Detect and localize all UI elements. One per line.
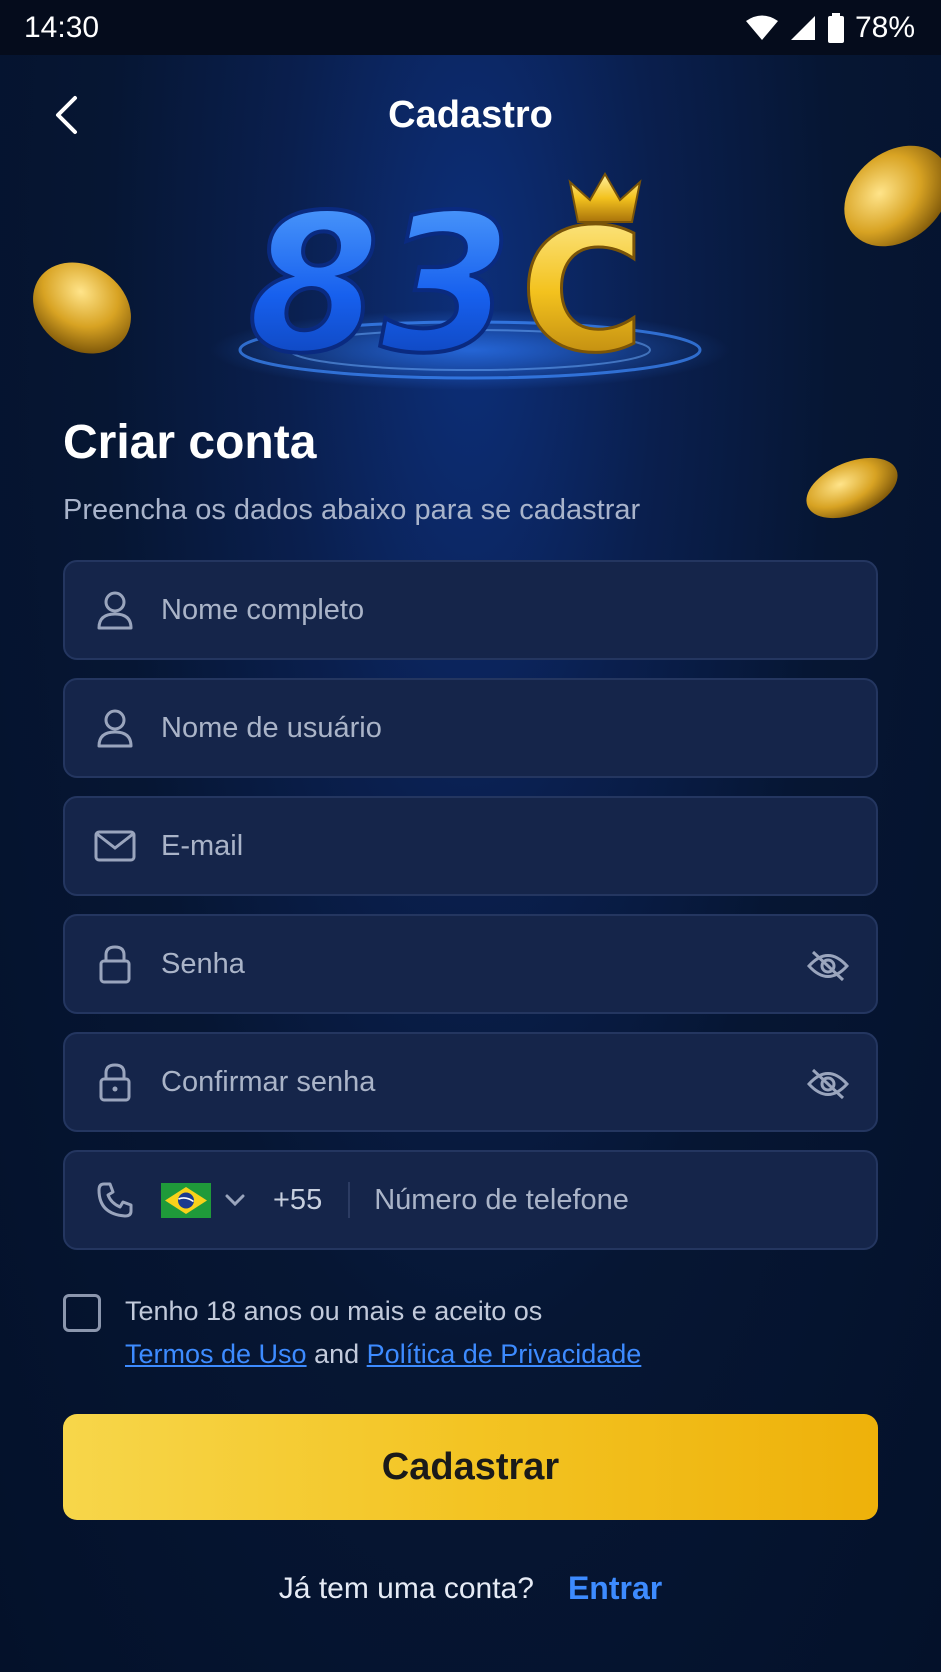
phone-divider bbox=[348, 1182, 351, 1218]
password-placeholder: Senha bbox=[161, 947, 245, 980]
mail-icon bbox=[93, 824, 137, 868]
confirm-password-visibility-toggle[interactable] bbox=[806, 1062, 850, 1106]
login-prompt: Já tem uma conta? bbox=[278, 1571, 534, 1605]
status-icons: 78% bbox=[745, 11, 915, 45]
coin-decoration-left bbox=[33, 262, 131, 354]
terms-prefix: Tenho 18 anos ou mais e aceito os bbox=[125, 1296, 543, 1326]
back-button[interactable] bbox=[40, 89, 92, 141]
login-link[interactable]: Entrar bbox=[568, 1570, 662, 1607]
status-bar: 14:30 78% bbox=[0, 0, 941, 55]
country-flag-brazil[interactable] bbox=[161, 1182, 211, 1218]
confirm-password-field[interactable]: Confirmar senha bbox=[63, 1032, 878, 1132]
eye-off-icon bbox=[807, 950, 849, 982]
brand-logo: 83 C bbox=[210, 171, 730, 397]
register-button-label: Cadastrar bbox=[381, 1445, 560, 1488]
wifi-icon bbox=[745, 15, 778, 40]
terms-of-use-link[interactable]: Termos de Uso bbox=[125, 1339, 307, 1369]
password-visibility-toggle[interactable] bbox=[806, 944, 850, 988]
header: Cadastro bbox=[0, 75, 941, 155]
chevron-down-icon[interactable] bbox=[223, 1188, 247, 1212]
terms-row: Tenho 18 anos ou mais e aceito os Termos… bbox=[63, 1290, 878, 1376]
form-title: Criar conta bbox=[63, 416, 317, 469]
terms-conjunction: and bbox=[314, 1339, 360, 1369]
signal-icon bbox=[790, 15, 815, 40]
user-icon bbox=[93, 706, 137, 750]
dial-code: +55 bbox=[273, 1183, 323, 1216]
full-name-field[interactable]: Nome completo bbox=[63, 560, 878, 660]
battery-icon bbox=[827, 12, 844, 43]
phone-placeholder: Número de telefone bbox=[374, 1183, 629, 1216]
email-placeholder: E-mail bbox=[161, 829, 244, 862]
username-field[interactable]: Nome de usuário bbox=[63, 678, 878, 778]
lock-icon bbox=[93, 1060, 137, 1104]
battery-percent: 78% bbox=[854, 10, 915, 44]
coin-decoration-right bbox=[806, 457, 898, 519]
status-time: 14:30 bbox=[24, 10, 100, 44]
username-placeholder: Nome de usuário bbox=[161, 711, 382, 744]
full-name-placeholder: Nome completo bbox=[161, 593, 365, 626]
terms-text: Tenho 18 anos ou mais e aceito os Termos… bbox=[125, 1290, 641, 1376]
register-button[interactable]: Cadastrar bbox=[63, 1414, 878, 1520]
chevron-left-icon bbox=[56, 96, 77, 134]
password-field[interactable]: Senha bbox=[63, 914, 878, 1014]
coin-decoration-top-right bbox=[844, 145, 941, 247]
email-field[interactable]: E-mail bbox=[63, 796, 878, 896]
phone-icon bbox=[93, 1178, 137, 1222]
login-row: Já tem uma conta? Entrar bbox=[0, 1570, 941, 1607]
terms-checkbox[interactable] bbox=[63, 1294, 101, 1332]
phone-field[interactable]: +55 Número de telefone bbox=[63, 1150, 878, 1250]
user-icon bbox=[93, 588, 137, 632]
privacy-policy-link[interactable]: Política de Privacidade bbox=[367, 1339, 642, 1369]
lock-icon bbox=[93, 942, 137, 986]
confirm-password-placeholder: Confirmar senha bbox=[161, 1065, 376, 1098]
logo-number: 83 bbox=[248, 174, 512, 395]
terms-links-line: Termos de Uso and Política de Privacidad… bbox=[125, 1333, 641, 1376]
eye-off-icon bbox=[807, 1068, 849, 1100]
form-subtitle: Preencha os dados abaixo para se cadastr… bbox=[63, 494, 641, 526]
page-title: Cadastro bbox=[388, 93, 553, 136]
crown-icon bbox=[568, 171, 642, 223]
